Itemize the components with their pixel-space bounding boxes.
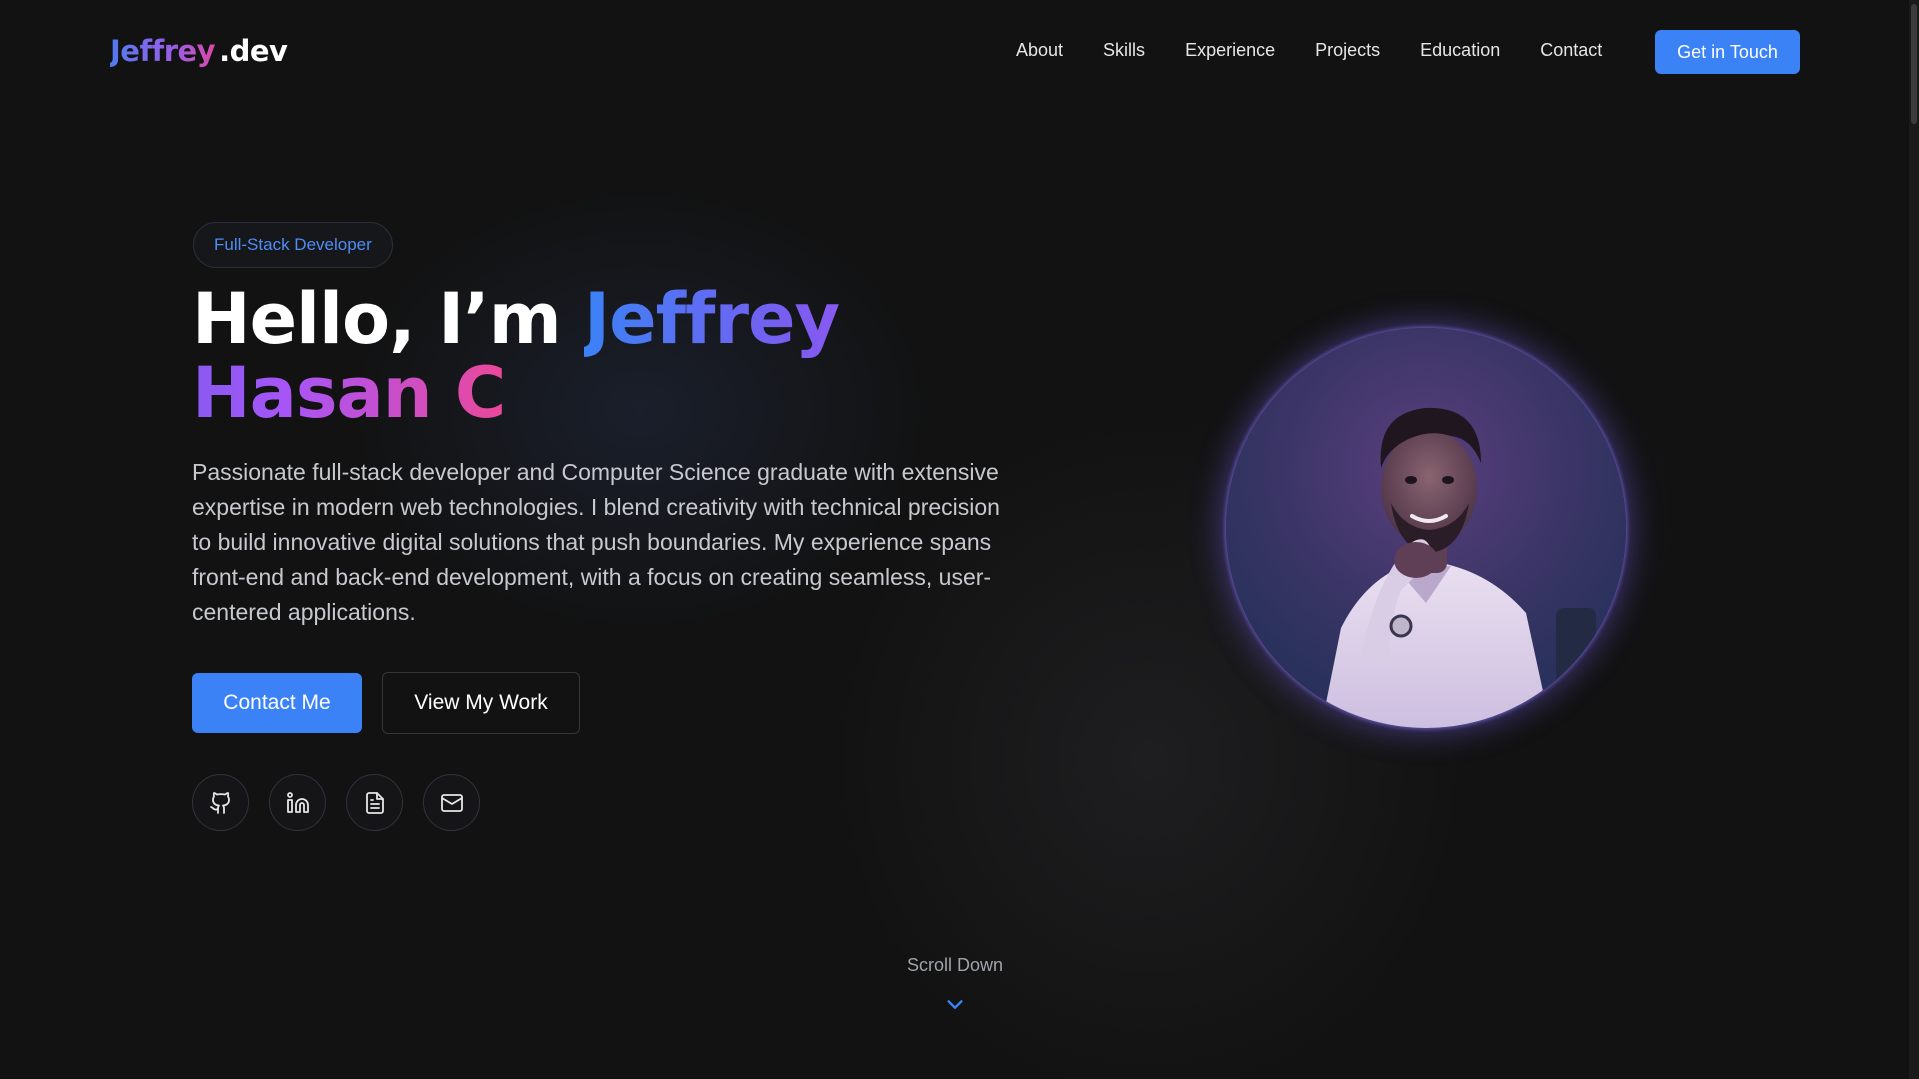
chevron-down-icon: [947, 1000, 963, 1009]
main-nav: About Skills Experience Projects Educati…: [1016, 40, 1642, 61]
hero-title: Hello, I’m Jeffrey Hasan C: [192, 282, 1072, 430]
profile-photo-illustration: [1321, 407, 1596, 728]
site-logo[interactable]: Jeffrey .dev: [110, 34, 288, 68]
linkedin-link[interactable]: [269, 774, 326, 831]
resume-link[interactable]: [346, 774, 403, 831]
social-links: [192, 774, 480, 831]
mail-icon: [440, 793, 463, 812]
resume-document-icon: [365, 791, 384, 814]
page-scrollbar[interactable]: [1909, 0, 1919, 1079]
scrollbar-thumb[interactable]: [1911, 4, 1917, 124]
view-my-work-button[interactable]: View My Work: [382, 672, 580, 734]
role-badge: Full-Stack Developer: [193, 222, 393, 268]
profile-photo: [1226, 328, 1626, 728]
hero-greeting: Hello, I’m: [192, 278, 585, 360]
site-header: Jeffrey .dev About Skills Experience Proj…: [0, 0, 1910, 104]
hero-description: Passionate full-stack developer and Comp…: [192, 459, 1000, 625]
contact-me-button[interactable]: Contact Me: [192, 673, 362, 733]
github-link[interactable]: [192, 774, 249, 831]
nav-skills[interactable]: Skills: [1103, 40, 1145, 61]
nav-about[interactable]: About: [1016, 40, 1063, 61]
linkedin-icon: [286, 791, 309, 813]
nav-experience[interactable]: Experience: [1185, 40, 1275, 61]
logo-name: Jeffrey: [110, 34, 216, 68]
nav-projects[interactable]: Projects: [1315, 40, 1380, 61]
github-icon: [209, 791, 230, 814]
get-in-touch-button[interactable]: Get in Touch: [1655, 30, 1800, 74]
scroll-down-chevron[interactable]: [944, 994, 966, 1016]
scroll-down-label[interactable]: Scroll Down: [0, 955, 1910, 976]
logo-suffix: .dev: [219, 34, 288, 68]
nav-education[interactable]: Education: [1420, 40, 1500, 61]
email-link[interactable]: [423, 774, 480, 831]
nav-contact[interactable]: Contact: [1540, 40, 1602, 61]
